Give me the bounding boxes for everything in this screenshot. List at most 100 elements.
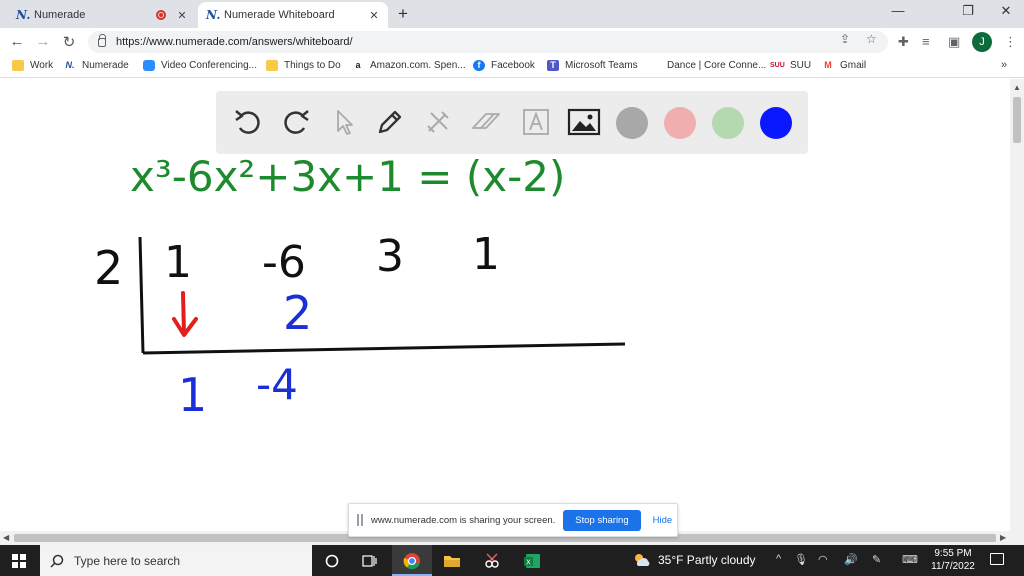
clock-time: 9:55 PM — [934, 548, 972, 559]
numerade-n-icon: N. — [16, 8, 31, 22]
excel-icon[interactable]: X — [522, 551, 542, 571]
back-icon[interactable]: ← — [8, 33, 26, 50]
bookmark-label: Gmail — [840, 60, 867, 71]
bookmark-video-conferencing[interactable]: Video Conferencing... — [143, 60, 257, 71]
bookmark-gmail[interactable]: M Gmail — [822, 60, 866, 71]
snipping-tool-icon[interactable] — [482, 551, 502, 571]
share-icon[interactable]: ⇪ — [840, 32, 850, 46]
tab-numerade[interactable]: N. Numerade ✕ — [8, 2, 196, 28]
scroll-left-icon[interactable]: ◀ — [3, 533, 9, 542]
coefficient-4: 1 — [472, 229, 500, 280]
volume-icon[interactable]: 🔊 — [844, 553, 858, 566]
bookmarks-bar: Work N. Numerade Video Conferencing... T… — [0, 56, 1024, 78]
bookmark-dance[interactable]: Dance | Core Conne... — [649, 60, 766, 71]
drag-handle-icon[interactable] — [357, 514, 363, 526]
divisor-number: 2 — [94, 241, 123, 295]
redo-button[interactable] — [278, 104, 314, 140]
image-icon — [567, 108, 601, 136]
bookmark-label: Numerade — [82, 60, 129, 71]
pointer-tool-button[interactable] — [326, 104, 362, 140]
scroll-up-icon[interactable]: ▲ — [1013, 83, 1021, 92]
pen-tool-button[interactable] — [372, 104, 408, 140]
pen-workspace-icon[interactable]: ✎ — [872, 553, 881, 566]
close-tab-icon[interactable]: ✕ — [174, 9, 190, 22]
coefficient-1: 1 — [164, 237, 192, 288]
color-swatch-gray[interactable] — [616, 107, 648, 139]
text-tool-button[interactable] — [518, 104, 554, 140]
taskbar-clock[interactable]: 9:55 PM 11/7/2022 — [928, 547, 978, 573]
recording-icon — [156, 10, 166, 20]
bring-down-arrow-icon — [172, 291, 198, 337]
bookmark-microsoft-teams[interactable]: T Microsoft Teams — [547, 60, 638, 71]
numerade-n-icon: N. — [65, 60, 75, 70]
reload-icon[interactable]: ↻ — [60, 33, 78, 51]
undo-icon — [235, 110, 260, 134]
scroll-right-icon[interactable]: ▶ — [1000, 533, 1006, 542]
close-tab-icon[interactable]: ✕ — [366, 9, 382, 22]
bookmark-label: Dance | Core Conne... — [667, 60, 767, 71]
bookmark-numerade[interactable]: N. Numerade — [64, 60, 129, 71]
carry-value: 2 — [283, 286, 312, 340]
new-tab-button[interactable]: + — [398, 4, 408, 24]
color-swatch-green[interactable] — [712, 107, 744, 139]
restore-button[interactable]: ❐ — [958, 3, 978, 19]
cortana-icon[interactable] — [322, 551, 342, 571]
redo-icon — [284, 110, 309, 134]
vertical-scrollbar[interactable]: ▲ — [1010, 79, 1024, 531]
eraser-tool-button[interactable] — [468, 104, 504, 140]
stop-sharing-button[interactable]: Stop sharing — [563, 509, 641, 531]
task-view-icon[interactable] — [360, 551, 380, 571]
division-bracket-vertical — [138, 236, 145, 354]
file-explorer-icon[interactable] — [442, 551, 462, 571]
show-hidden-icons-icon[interactable]: ^ — [776, 553, 781, 565]
forward-icon[interactable]: → — [34, 33, 52, 50]
hide-button[interactable]: Hide — [653, 515, 673, 526]
bookmarks-overflow-button[interactable]: » — [1001, 59, 1007, 71]
taskbar-search-input[interactable]: Type here to search — [40, 545, 312, 576]
vertical-scroll-thumb[interactable] — [1013, 97, 1021, 143]
division-bracket-horizontal — [142, 342, 626, 355]
bookmark-facebook[interactable]: f Facebook — [473, 60, 535, 71]
amazon-icon: a — [355, 60, 361, 70]
image-tool-button[interactable] — [566, 104, 602, 140]
color-swatch-blue[interactable] — [760, 107, 792, 139]
windows-start-icon[interactable] — [12, 554, 26, 568]
extensions-icon[interactable]: ✚ — [898, 34, 909, 50]
gmail-icon: M — [824, 60, 832, 70]
tab-numerade-whiteboard[interactable]: N. Numerade Whiteboard ✕ — [198, 2, 388, 28]
url-field[interactable]: https://www.numerade.com/answers/whitebo… — [88, 31, 888, 53]
page-icon — [649, 60, 661, 71]
text-icon — [523, 109, 549, 135]
tools-button[interactable] — [420, 104, 456, 140]
minimize-button[interactable]: — — [888, 3, 908, 18]
color-swatch-pink[interactable] — [664, 107, 696, 139]
bookmark-label: Microsoft Teams — [565, 60, 638, 71]
result-value-1: 1 — [178, 368, 207, 422]
keyboard-icon[interactable]: ⌨ — [902, 553, 918, 566]
tab-title: Numerade Whiteboard — [224, 9, 335, 21]
bookmark-work[interactable]: Work — [12, 60, 53, 71]
reading-list-icon[interactable]: ≡ — [922, 34, 930, 49]
weather-widget[interactable]: 35°F Partly cloudy — [632, 552, 756, 568]
pen-icon — [378, 110, 402, 134]
close-window-button[interactable]: ✕ — [996, 3, 1016, 19]
profile-avatar[interactable]: J — [972, 32, 992, 52]
windows-taskbar: Type here to search X 35°F Partly cloudy… — [0, 545, 1024, 576]
address-bar-row: ← → ↻ https://www.numerade.com/answers/w… — [0, 28, 1024, 56]
side-panel-icon[interactable]: ▣ — [948, 34, 960, 50]
result-value-2: -4 — [256, 360, 298, 409]
screen-sharing-bar: www.numerade.com is sharing your screen.… — [348, 503, 678, 537]
wifi-icon[interactable]: ◠ — [818, 553, 828, 566]
browser-window: N. Numerade ✕ N. Numerade Whiteboard ✕ +… — [0, 0, 1024, 576]
microphone-icon[interactable]: 🎙 — [794, 553, 808, 566]
undo-button[interactable] — [230, 104, 266, 140]
chrome-icon[interactable] — [402, 551, 422, 571]
bookmark-label: Facebook — [491, 60, 535, 71]
bookmark-things-to-do[interactable]: Things to Do — [266, 60, 341, 71]
notifications-icon[interactable] — [990, 553, 1004, 565]
bookmark-star-icon[interactable]: ☆ — [866, 32, 877, 46]
menu-icon[interactable]: ⋮ — [1004, 34, 1017, 50]
bookmark-amazon[interactable]: a Amazon.com. Spen... — [352, 60, 465, 71]
teams-icon: T — [547, 60, 559, 71]
bookmark-suu[interactable]: SUU SUU — [770, 60, 811, 71]
